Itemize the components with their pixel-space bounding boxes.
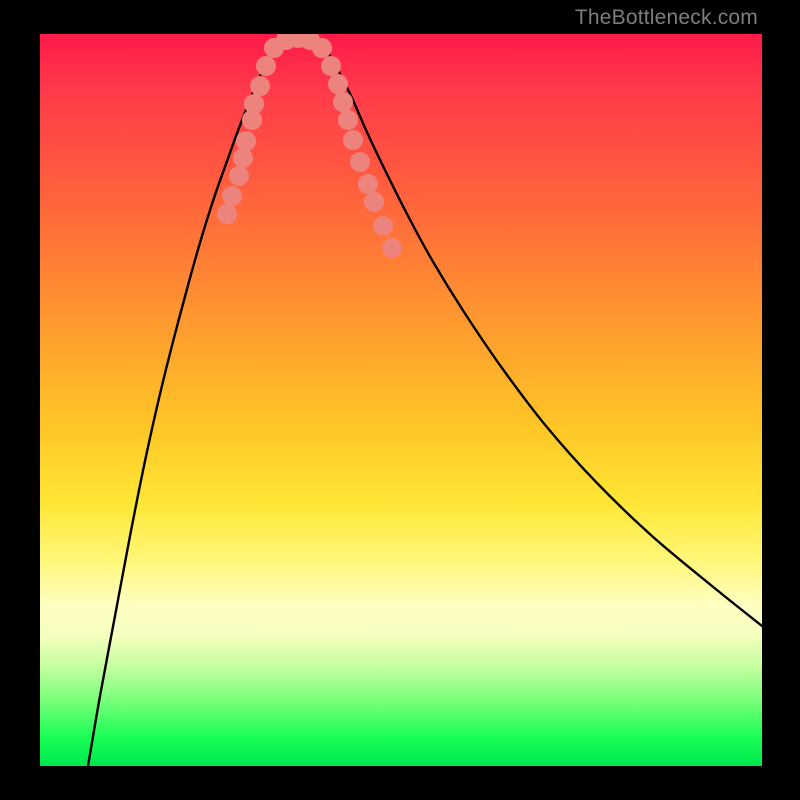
watermark-text: TheBottleneck.com <box>575 6 758 30</box>
marker-dot <box>364 192 384 212</box>
marker-dot <box>343 130 363 150</box>
marker-dot <box>328 74 348 94</box>
marker-dot <box>229 166 249 186</box>
marker-dot <box>312 38 332 58</box>
marker-dot <box>321 56 341 76</box>
marker-dot <box>358 174 378 194</box>
marker-dot <box>236 131 256 151</box>
marker-dot <box>333 92 353 112</box>
marker-dot <box>256 56 276 76</box>
marker-dot <box>338 110 358 130</box>
marker-dot <box>233 148 253 168</box>
marker-dot <box>222 186 242 206</box>
marker-dot <box>373 216 393 236</box>
marker-dot <box>217 204 237 224</box>
marker-dot <box>382 238 402 258</box>
curve-right <box>316 36 762 626</box>
plot-area <box>40 34 762 766</box>
curve-left <box>88 36 286 766</box>
curves-svg <box>40 34 762 766</box>
marker-dot <box>350 152 370 172</box>
marker-dot <box>250 76 270 96</box>
chart-frame: TheBottleneck.com <box>0 0 800 800</box>
marker-dot <box>244 94 264 114</box>
